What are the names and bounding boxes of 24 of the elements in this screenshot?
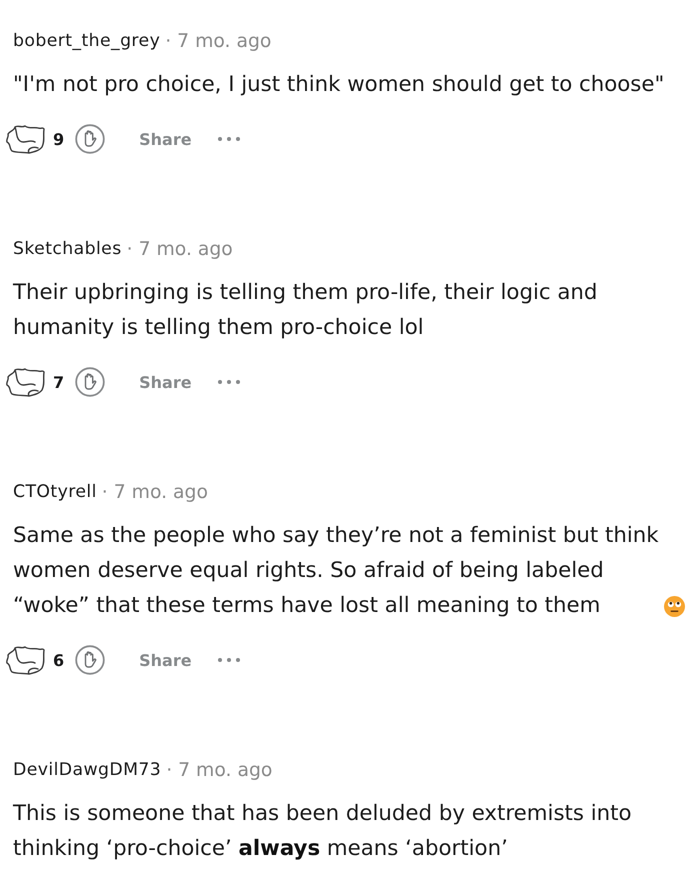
hand-circle-icon[interactable] (75, 124, 106, 154)
username[interactable]: bobert_the_grey (13, 31, 160, 51)
hand-circle-icon[interactable] (75, 645, 106, 675)
more-options-icon[interactable] (216, 136, 241, 142)
comment-time: · 7 mo. ago (166, 760, 272, 780)
sketch-doodle-icon[interactable] (5, 367, 47, 397)
comment-text: "I'm not pro choice, I just think women should get to choose" (13, 71, 664, 99)
vote-count: 9 (53, 130, 64, 148)
comment-time: · 7 mo. ago (165, 30, 272, 52)
more-options-icon[interactable] (216, 657, 241, 663)
comment-time: · 7 mo. ago (102, 482, 208, 502)
comment-text: This is someone that has been deluded by extremists into thinking ‘pro-choice’ always means ‘abortion’ (13, 800, 632, 863)
username[interactable]: CTOtyrell (13, 482, 97, 502)
username[interactable]: Sketchables (13, 239, 122, 259)
more-options-icon[interactable] (216, 379, 241, 385)
comment-text: Same as the people who say they’re not a feminist but think women deserve equal rights. So afraid of being labeled “woke” that these terms have lost all meaning to them (13, 522, 659, 620)
vote-count: 7 (53, 372, 64, 392)
comment-time: · 7 mo. ago (126, 238, 233, 260)
vote-count: 6 (53, 650, 64, 670)
sketch-doodle-icon[interactable] (5, 645, 47, 675)
comment-text: Their upbringing is telling them pro-life, their logic and humanity is telling them pro-choice lol (13, 279, 598, 342)
username[interactable]: DevilDawgDM73 (13, 760, 162, 780)
hand-circle-icon[interactable] (75, 367, 106, 397)
sketch-doodle-icon[interactable] (5, 124, 47, 154)
